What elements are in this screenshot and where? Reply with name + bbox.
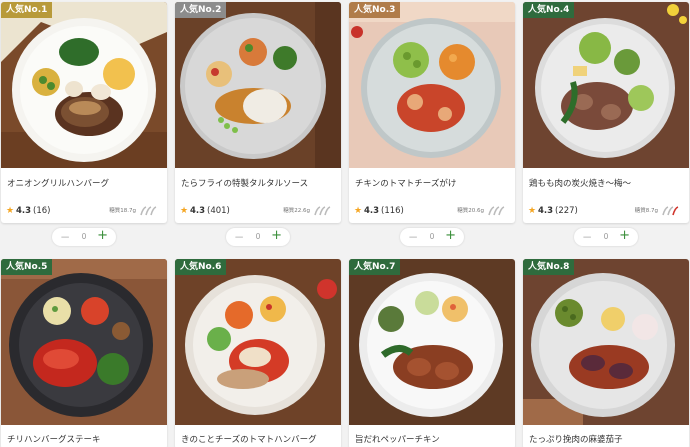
product-grid: 人気No.1 オニオングリルハンバーグ ★ 4.3 (16) 糖質18.7g −…: [0, 0, 690, 447]
product-card-3[interactable]: 人気No.3 チキンのトマトチーズがけ ★ 4.3 (116) 糖質20.6g: [349, 2, 515, 223]
meal-photo[interactable]: 人気No.2: [175, 2, 341, 168]
carb-info: 糖質18.7g: [109, 208, 136, 214]
product-name[interactable]: きのことチーズのトマトハンバーグ: [181, 433, 317, 445]
carb-info: 糖質20.6g: [457, 208, 484, 214]
increment-button[interactable]: +: [271, 228, 282, 244]
quantity-stepper[interactable]: − 0 +: [226, 228, 290, 246]
meal-photo[interactable]: 人気No.5: [1, 259, 167, 425]
product-name[interactable]: 旨だれペッパーチキン: [355, 433, 440, 445]
quantity-stepper[interactable]: − 0 +: [574, 228, 638, 246]
star-icon: ★: [354, 206, 363, 216]
rank-badge: 人気No.8: [523, 259, 575, 275]
rating-value: 4.3: [364, 206, 380, 216]
quantity-value: 0: [81, 232, 87, 241]
review-count: (16): [33, 206, 51, 216]
increment-button[interactable]: +: [97, 228, 108, 244]
product-name[interactable]: 鶏もも肉の炭火焼き～梅～: [529, 177, 631, 189]
review-count: (116): [381, 206, 404, 216]
product-meta: ★ 4.3 (116) 糖質20.6g: [354, 205, 510, 217]
rank-badge: 人気No.3: [349, 2, 401, 18]
increment-button[interactable]: +: [445, 228, 456, 244]
decrement-button[interactable]: −: [60, 229, 70, 245]
product-card-7[interactable]: 人気No.7 旨だれペッパーチキン: [349, 259, 515, 447]
pepper-icon-gray: [140, 206, 157, 216]
meal-photo[interactable]: 人気No.7: [349, 259, 515, 425]
pepper-icon-gray: [314, 206, 331, 216]
rank-badge: 人気No.5: [1, 259, 53, 275]
product-card-5[interactable]: 人気No.5 チリハンバーグステーキ: [1, 259, 167, 447]
product-name[interactable]: たっぷり挽肉の麻婆茄子: [529, 433, 623, 445]
quantity-value: 0: [603, 232, 609, 241]
product-name[interactable]: チリハンバーグステーキ: [7, 433, 101, 445]
carb-info: 糖質8.7g: [634, 208, 658, 214]
rank-badge: 人気No.6: [175, 259, 227, 275]
review-count: (227): [555, 206, 578, 216]
product-meta: ★ 4.3 (227) 糖質8.7g: [528, 205, 684, 217]
rating-value: 4.3: [538, 206, 554, 216]
star-icon: ★: [180, 206, 189, 216]
rank-badge: 人気No.4: [523, 2, 575, 18]
meal-photo[interactable]: 人気No.6: [175, 259, 341, 425]
product-name[interactable]: たらフライの特製タルタルソース: [181, 177, 308, 189]
product-card-4[interactable]: 人気No.4 鶏もも肉の炭火焼き～梅～ ★ 4.3 (227) 糖質8.7g: [523, 2, 689, 223]
quantity-stepper[interactable]: − 0 +: [52, 228, 116, 246]
product-card-2[interactable]: 人気No.2 たらフライの特製タルタルソース ★ 4.3 (401) 糖質22.…: [175, 2, 341, 223]
decrement-button[interactable]: −: [234, 229, 244, 245]
quantity-value: 0: [429, 232, 435, 241]
product-card-6[interactable]: 人気No.6 きのことチーズのトマトハンバーグ: [175, 259, 341, 447]
product-meta: ★ 4.3 (401) 糖質22.6g: [180, 205, 336, 217]
star-icon: ★: [6, 206, 15, 216]
meal-photo[interactable]: 人気No.8: [523, 259, 689, 425]
quantity-stepper[interactable]: − 0 +: [400, 228, 464, 246]
meal-photo[interactable]: 人気No.3: [349, 2, 515, 168]
decrement-button[interactable]: −: [582, 229, 592, 245]
rank-badge: 人気No.2: [175, 2, 227, 18]
rank-badge: 人気No.7: [349, 259, 401, 275]
rating-value: 4.3: [16, 206, 32, 216]
increment-button[interactable]: +: [619, 228, 630, 244]
pepper-icon-gray: [488, 206, 505, 216]
product-name[interactable]: オニオングリルハンバーグ: [7, 177, 109, 189]
carb-info: 糖質22.6g: [283, 208, 310, 214]
rating-value: 4.3: [190, 206, 206, 216]
meal-photo[interactable]: 人気No.1: [1, 2, 167, 168]
star-icon: ★: [528, 206, 537, 216]
product-meta: ★ 4.3 (16) 糖質18.7g: [6, 205, 162, 217]
product-name[interactable]: チキンのトマトチーズがけ: [355, 177, 456, 189]
quantity-value: 0: [255, 232, 261, 241]
rank-badge: 人気No.1: [1, 2, 53, 18]
decrement-button[interactable]: −: [408, 229, 418, 245]
review-count: (401): [207, 206, 230, 216]
product-card-1[interactable]: 人気No.1 オニオングリルハンバーグ ★ 4.3 (16) 糖質18.7g: [1, 2, 167, 223]
product-card-8[interactable]: 人気No.8 たっぷり挽肉の麻婆茄子: [523, 259, 689, 447]
pepper-icon-red: [662, 206, 679, 216]
meal-photo[interactable]: 人気No.4: [523, 2, 689, 168]
